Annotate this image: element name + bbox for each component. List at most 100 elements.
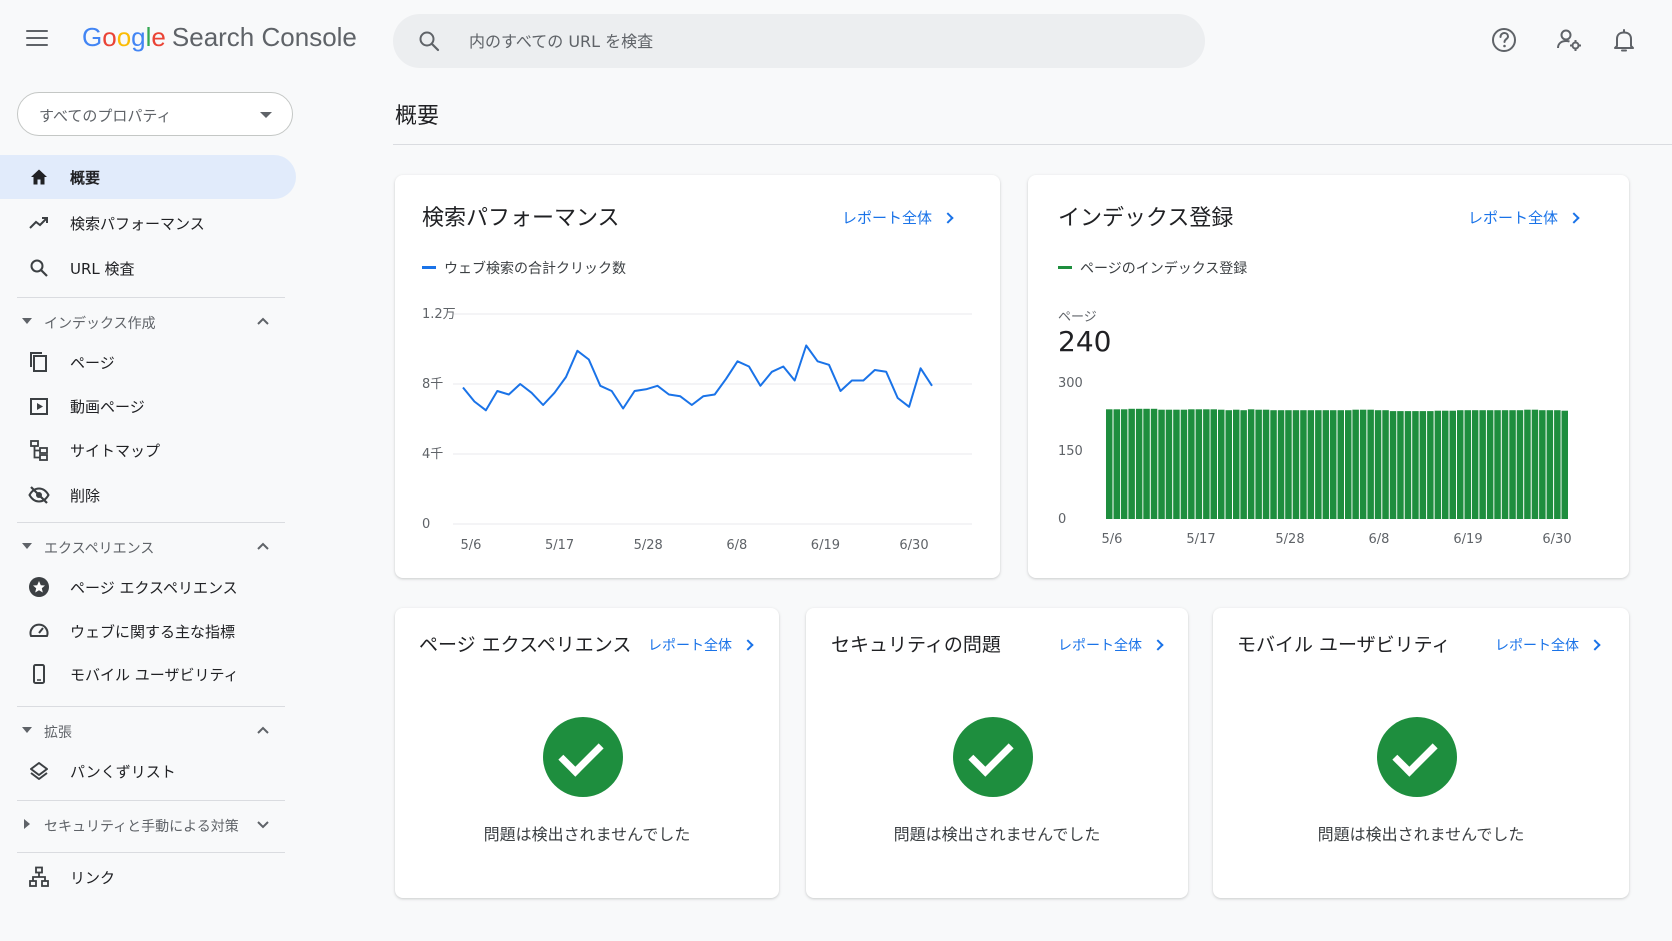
bar xyxy=(1307,410,1315,519)
layers-icon xyxy=(30,762,48,780)
sidebar-section-experience[interactable]: エクスペリエンス xyxy=(0,530,296,564)
sidebar-section-indexing[interactable]: インデックス作成 xyxy=(0,305,296,339)
bar xyxy=(1203,409,1210,519)
sidebar-divider xyxy=(17,852,285,853)
bar xyxy=(1374,410,1382,519)
product-name: Search Console xyxy=(171,22,357,52)
bar xyxy=(1106,409,1113,519)
sidebar-section-enhancements[interactable]: 拡張 xyxy=(0,714,296,748)
sidebar-item-pages[interactable]: ページ xyxy=(0,340,296,384)
sidebar-divider xyxy=(17,706,285,707)
title-divider xyxy=(393,144,1672,145)
y-tick-label: 4千 xyxy=(422,447,443,462)
card-title: モバイル ユーザビリティ xyxy=(1237,634,1451,656)
bar xyxy=(1150,408,1158,519)
search-icon xyxy=(30,259,48,277)
status-message: 問題は検出されませんでした xyxy=(1317,825,1525,844)
y-tick-label: 1.2万 xyxy=(422,307,456,322)
sidebar-item-label: ウェブに関する主な指標 xyxy=(70,623,236,641)
bar xyxy=(1412,411,1419,519)
bar xyxy=(1322,410,1330,519)
bar xyxy=(1165,409,1173,519)
bar xyxy=(1262,409,1270,519)
sidebar-item-label: ページ エクスペリエンス xyxy=(70,579,238,597)
sidebar-item-label: 削除 xyxy=(70,487,101,505)
bar xyxy=(1479,410,1486,519)
sidebar-item-label: リンク xyxy=(70,869,116,887)
bar xyxy=(1143,408,1150,519)
sidebar-item-links[interactable]: リンク xyxy=(0,855,296,899)
x-tick-label: 6/19 xyxy=(1453,532,1482,547)
check-circle-icon xyxy=(953,717,1033,797)
y-tick-label: 300 xyxy=(1058,376,1083,391)
sitemap-icon xyxy=(30,440,48,461)
y-tick-label: 8千 xyxy=(422,377,443,392)
sidebar-item-performance[interactable]: 検索パフォーマンス xyxy=(0,201,296,245)
url-inspection-search[interactable] xyxy=(393,14,1205,68)
bar xyxy=(1561,410,1568,519)
app-logo[interactable]: Google Search Console xyxy=(82,22,357,53)
eye-off-icon xyxy=(28,486,50,504)
security-issues-card: セキュリティの問題 レポート全体 問題は検出されませんでした xyxy=(806,608,1188,898)
bar xyxy=(1404,411,1412,519)
y-tick-label: 0 xyxy=(1058,512,1066,527)
check-circle-icon xyxy=(1377,717,1457,797)
bar xyxy=(1135,408,1143,519)
sidebar-item-url-inspection[interactable]: URL 検査 xyxy=(0,246,296,290)
sidebar-item-mobile-usability[interactable]: モバイル ユーザビリティ xyxy=(0,652,296,696)
full-report-link[interactable]: レポート全体 xyxy=(1495,635,1601,655)
section-label: セキュリティと手動による対策 xyxy=(44,819,239,835)
bar xyxy=(1225,410,1232,519)
notifications-icon[interactable] xyxy=(1610,26,1638,54)
sidebar-item-video-pages[interactable]: 動画ページ xyxy=(0,384,296,428)
main-menu-icon[interactable] xyxy=(26,30,48,46)
sidebar-item-label: モバイル ユーザビリティ xyxy=(70,666,239,684)
bar xyxy=(1434,410,1442,519)
star-badge-icon xyxy=(29,577,49,597)
sidebar-section-security[interactable]: セキュリティと手動による対策 xyxy=(0,808,296,842)
user-settings-icon[interactable] xyxy=(1555,26,1583,54)
bar xyxy=(1270,410,1277,519)
bar xyxy=(1195,409,1203,519)
bar xyxy=(1494,410,1501,519)
search-input[interactable] xyxy=(469,26,1169,56)
search-icon[interactable] xyxy=(417,29,441,53)
smartphone-icon xyxy=(33,664,45,684)
sidebar-item-label: URL 検査 xyxy=(70,260,135,278)
bar xyxy=(1524,409,1531,519)
status-message: 問題は検出されませんでした xyxy=(483,825,691,844)
bar xyxy=(1330,410,1337,519)
chevron-up-icon xyxy=(257,542,269,550)
bar xyxy=(1173,409,1180,519)
bar xyxy=(1255,409,1262,519)
property-selector[interactable]: すべてのプロパティ xyxy=(17,92,293,136)
x-tick-label: 6/19 xyxy=(811,538,840,553)
bar xyxy=(1389,411,1397,519)
sidebar-item-overview[interactable]: 概要 xyxy=(0,155,296,199)
bar xyxy=(1180,409,1188,519)
full-report-link[interactable]: レポート全体 xyxy=(1058,635,1164,655)
chevron-right-icon xyxy=(742,639,754,651)
bar xyxy=(1188,409,1195,519)
x-tick-label: 6/30 xyxy=(1542,532,1571,547)
chevron-up-icon xyxy=(257,726,269,734)
bar xyxy=(1501,410,1509,519)
section-label: 拡張 xyxy=(44,725,72,741)
performance-card: 検索パフォーマンス レポート全体 ウェブ検索の合計クリック数 0 4千 8千 1.2万… xyxy=(395,175,1000,578)
bar xyxy=(1128,408,1135,519)
full-report-link[interactable]: レポート全体 xyxy=(648,635,754,655)
bar xyxy=(1531,409,1539,519)
sidebar-item-core-web-vitals[interactable]: ウェブに関する主な指標 xyxy=(0,609,296,653)
bar xyxy=(1277,410,1285,519)
bar xyxy=(1113,409,1120,519)
sidebar-item-removals[interactable]: 削除 xyxy=(0,473,296,517)
collapse-triangle-icon xyxy=(22,318,32,324)
sidebar-item-page-experience[interactable]: ページ エクスペリエンス xyxy=(0,565,296,609)
help-icon[interactable] xyxy=(1490,26,1518,54)
bar xyxy=(1120,409,1128,519)
sidebar-item-sitemaps[interactable]: サイトマップ xyxy=(0,428,296,472)
chevron-down-icon xyxy=(257,821,269,829)
bar xyxy=(1427,411,1434,519)
video-page-icon xyxy=(30,398,48,415)
sidebar-item-breadcrumbs[interactable]: パンくずリスト xyxy=(0,749,296,793)
